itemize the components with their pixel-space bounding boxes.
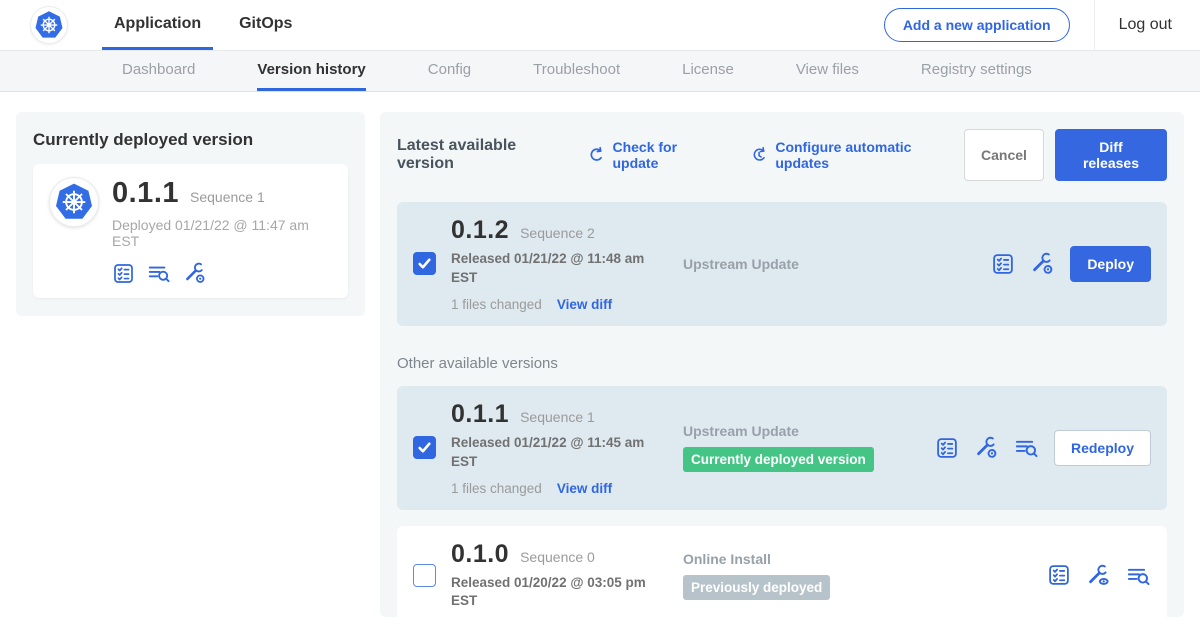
config-view-icon[interactable] — [1086, 563, 1111, 588]
sequence-label: Sequence 2 — [520, 225, 595, 241]
sequence-label: Sequence 0 — [520, 549, 595, 565]
version-row-0-1-1: 0.1.1 Sequence 1 Released 01/21/22 @ 11:… — [397, 386, 1167, 510]
cancel-button[interactable]: Cancel — [964, 129, 1044, 181]
version-row-0-1-2: 0.1.2 Sequence 2 Released 01/21/22 @ 11:… — [397, 202, 1167, 326]
view-diff-link[interactable]: View diff — [557, 297, 612, 312]
release-notes-icon[interactable] — [935, 436, 959, 460]
logout-button[interactable]: Log out — [1094, 0, 1172, 50]
currently-deployed-badge: Currently deployed version — [683, 447, 874, 472]
logs-icon[interactable] — [1126, 563, 1151, 588]
tab-license[interactable]: License — [682, 51, 734, 91]
app-sub-nav: Dashboard Version history Config Trouble… — [0, 50, 1200, 92]
version-number: 0.1.0 — [451, 540, 509, 569]
logs-icon[interactable] — [147, 261, 171, 285]
sequence-label: Sequence 1 — [520, 409, 595, 425]
check-for-update-link[interactable]: Check for update — [587, 139, 724, 171]
currently-deployed-card: Currently deployed version 0.1.1 Sequenc… — [16, 112, 365, 316]
kubernetes-logo-icon — [54, 182, 94, 222]
add-new-application-button[interactable]: Add a new application — [884, 8, 1070, 42]
released-timestamp: Released 01/21/22 @ 11:45 am EST — [451, 434, 649, 472]
released-timestamp: Released 01/21/22 @ 11:48 am EST — [451, 250, 649, 288]
latest-available-title: Latest available version — [397, 137, 573, 173]
logs-icon[interactable] — [1014, 435, 1039, 460]
top-nav-tabs: Application GitOps — [102, 0, 304, 50]
top-nav: Application GitOps Add a new application… — [0, 0, 1200, 50]
release-notes-icon[interactable] — [991, 252, 1015, 276]
version-source-label: Upstream Update — [683, 256, 935, 272]
version-number: 0.1.2 — [451, 216, 509, 245]
deployed-version-number: 0.1.1 — [112, 177, 179, 210]
app-avatar — [49, 177, 99, 227]
deployed-sequence-label: Sequence 1 — [190, 189, 265, 205]
view-diff-link[interactable]: View diff — [557, 481, 612, 496]
version-checkbox[interactable] — [413, 252, 436, 275]
deployed-card-title: Currently deployed version — [33, 130, 348, 150]
tab-troubleshoot[interactable]: Troubleshoot — [533, 51, 620, 91]
version-number: 0.1.1 — [451, 400, 509, 429]
tab-application[interactable]: Application — [102, 0, 213, 50]
version-history-panel: Latest available version Check for updat… — [380, 112, 1184, 617]
version-checkbox[interactable] — [413, 564, 436, 587]
auto-update-clock-icon — [750, 146, 769, 165]
version-checkbox[interactable] — [413, 436, 436, 459]
config-edit-icon[interactable] — [1030, 251, 1055, 276]
deployed-timestamp: Deployed 01/21/22 @ 11:47 am EST — [112, 217, 332, 249]
tab-version-history[interactable]: Version history — [257, 51, 365, 91]
deployed-version-card: 0.1.1 Sequence 1 Deployed 01/21/22 @ 11:… — [33, 164, 348, 298]
refresh-icon — [587, 146, 606, 165]
release-notes-icon[interactable] — [112, 262, 135, 285]
release-notes-icon[interactable] — [1047, 563, 1071, 587]
files-changed-label: 1 files changed — [451, 297, 542, 312]
files-changed-label: 1 files changed — [451, 481, 542, 496]
config-edit-icon[interactable] — [183, 261, 207, 285]
other-available-versions-title: Other available versions — [397, 355, 1167, 372]
kubernetes-logo-icon — [34, 10, 64, 40]
released-timestamp: Released 01/20/22 @ 03:05 pm EST — [451, 574, 649, 612]
configure-automatic-updates-link[interactable]: Configure automatic updates — [750, 139, 964, 171]
tab-gitops[interactable]: GitOps — [227, 0, 304, 50]
diff-releases-button[interactable]: Diff releases — [1055, 129, 1167, 181]
redeploy-button[interactable]: Redeploy — [1054, 430, 1151, 466]
config-edit-icon[interactable] — [974, 435, 999, 460]
version-source-label: Upstream Update — [683, 423, 935, 439]
tab-registry-settings[interactable]: Registry settings — [921, 51, 1032, 91]
version-row-0-1-0: 0.1.0 Sequence 0 Released 01/20/22 @ 03:… — [397, 526, 1167, 626]
tab-view-files[interactable]: View files — [796, 51, 859, 91]
deploy-button[interactable]: Deploy — [1070, 246, 1151, 282]
tab-dashboard[interactable]: Dashboard — [122, 51, 195, 91]
version-source-label: Online Install — [683, 551, 935, 567]
app-logo — [30, 6, 68, 44]
previously-deployed-badge: Previously deployed — [683, 575, 830, 600]
tab-config[interactable]: Config — [428, 51, 471, 91]
main-content: Currently deployed version 0.1.1 Sequenc… — [0, 92, 1200, 617]
